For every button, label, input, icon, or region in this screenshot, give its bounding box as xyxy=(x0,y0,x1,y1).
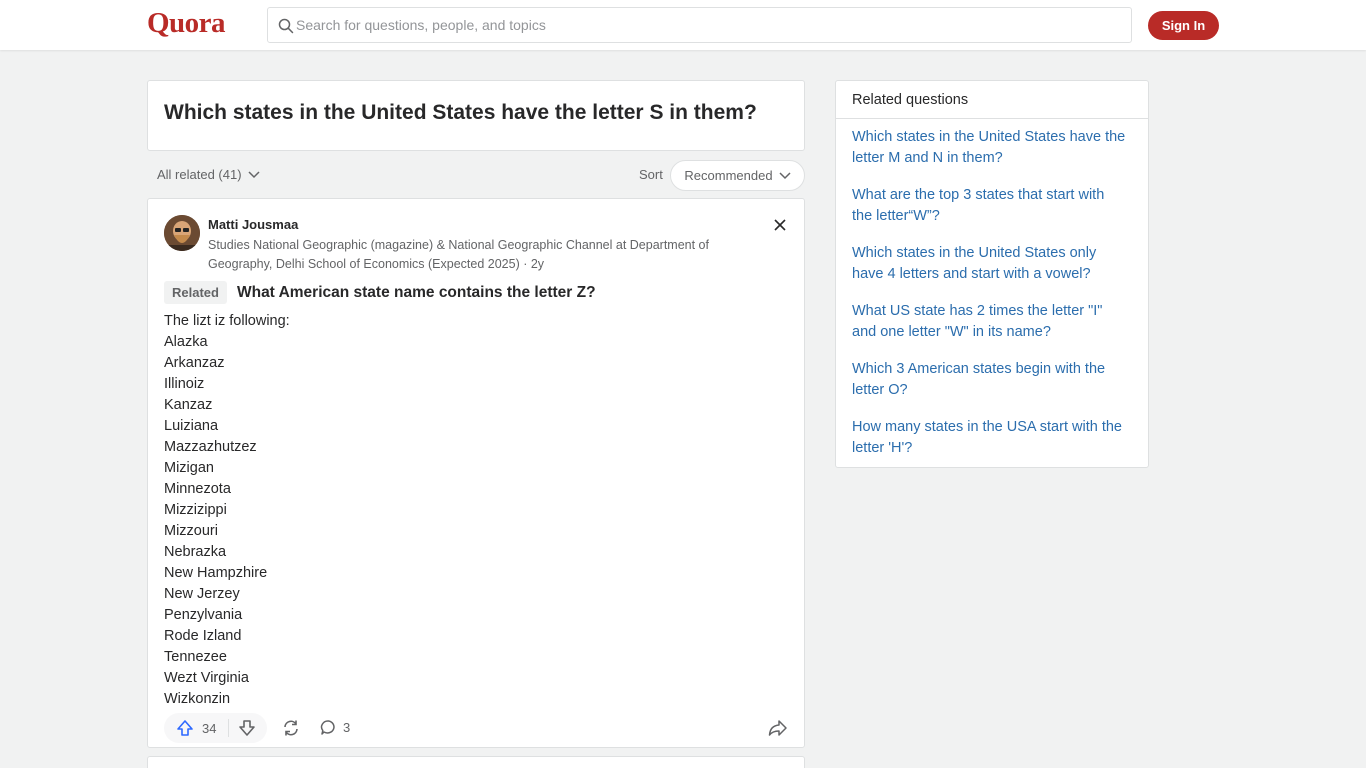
link-line: and one letter "W" in its name? xyxy=(852,324,1051,340)
related-question-link[interactable]: How many states in the USA start with th… xyxy=(852,417,1132,459)
related-question-link[interactable]: Which states in the United States have t… xyxy=(852,127,1132,169)
answer-line: Luiziana xyxy=(164,418,219,434)
reshare-icon[interactable] xyxy=(282,719,300,737)
credential-line: Studies National Geographic (magazine) &… xyxy=(208,238,709,252)
answer-card: Matti Jousmaa Studies National Geographi… xyxy=(147,198,805,748)
answer-line: Minnezota xyxy=(164,481,231,497)
link-line: letter 'H'? xyxy=(852,440,913,456)
vote-group: 34 xyxy=(164,713,267,743)
avatar-image xyxy=(164,215,200,251)
answer-line: Arkanzaz xyxy=(164,355,225,371)
link-line: How many states in the USA start with th… xyxy=(852,419,1122,435)
answer-line: New Jerzey xyxy=(164,586,240,602)
link-line: Which states in the United States only xyxy=(852,245,1097,261)
chevron-down-icon xyxy=(248,170,260,178)
answer-line: Tennezee xyxy=(164,649,227,665)
answer-line: New Hampzhire xyxy=(164,565,268,581)
sort-label: Sort xyxy=(639,167,663,182)
link-line: Which states in the United States have t… xyxy=(852,129,1126,145)
answer-line: The lizt iz following: xyxy=(164,313,290,329)
close-icon[interactable] xyxy=(772,217,788,233)
question-card: Which states in the United States have t… xyxy=(147,80,805,151)
answer-body: The lizt iz following: Alazka Arkanzaz I… xyxy=(164,311,290,710)
related-question-row: Related What American state name contain… xyxy=(164,281,596,304)
link-line: letter M and N in them? xyxy=(852,150,1003,166)
related-question-link[interactable]: What American state name contains the le… xyxy=(237,284,596,302)
answer-line: Kanzaz xyxy=(164,397,213,413)
answer-line: Mazzazhutzez xyxy=(164,439,257,455)
avatar[interactable] xyxy=(164,215,200,251)
top-header: Quora Sign In xyxy=(0,0,1366,50)
sign-in-button[interactable]: Sign In xyxy=(1148,11,1219,40)
upvote-count: 34 xyxy=(202,720,217,736)
all-related-label: All related (41) xyxy=(157,167,242,182)
question-title: Which states in the United States have t… xyxy=(164,101,757,124)
related-questions-heading: Related questions xyxy=(836,81,1148,119)
related-questions-list: Which states in the United States have t… xyxy=(836,119,1148,459)
comment-icon xyxy=(320,720,335,735)
link-line: What US state has 2 times the letter "I" xyxy=(852,303,1103,319)
quora-logo[interactable]: Quora xyxy=(147,7,226,40)
downvote-arrow-icon[interactable] xyxy=(236,718,258,738)
author-credential: Studies National Geographic (magazine) &… xyxy=(208,236,748,274)
link-line: What are the top 3 states that start wit… xyxy=(852,187,1105,203)
related-question-link[interactable]: What are the top 3 states that start wit… xyxy=(852,185,1132,227)
answer-line: Mizigan xyxy=(164,460,214,476)
chevron-down-icon xyxy=(779,171,791,179)
answer-actions: 34 3 xyxy=(164,713,790,743)
link-line: have 4 letters and start with a vowel? xyxy=(852,266,1091,282)
vote-divider xyxy=(228,719,229,737)
related-question-link[interactable]: What US state has 2 times the letter "I"… xyxy=(852,301,1132,343)
answer-line: Alazka xyxy=(164,334,208,350)
comment-count: 3 xyxy=(343,720,351,735)
link-line: letter O? xyxy=(852,382,908,398)
answer-line: Wezt Virginia xyxy=(164,670,249,686)
link-line: Which 3 American states begin with the xyxy=(852,361,1106,377)
search-bar[interactable] xyxy=(267,7,1132,43)
link-line: the letter“W”? xyxy=(852,208,940,224)
related-tag: Related xyxy=(164,281,227,304)
share-arrow-icon[interactable] xyxy=(768,719,788,737)
upvote-arrow-icon xyxy=(177,720,193,736)
sort-dropdown[interactable]: Recommended xyxy=(670,160,805,191)
related-question-link[interactable]: Which 3 American states begin with the l… xyxy=(852,359,1132,401)
answer-line: Illinoiz xyxy=(164,376,205,392)
related-question-link[interactable]: Which states in the United States only h… xyxy=(852,243,1132,285)
answer-line: Mizzouri xyxy=(164,523,218,539)
upvote-button[interactable]: 34 xyxy=(164,713,228,743)
answer-line: Nebrazka xyxy=(164,544,227,560)
sort-value: Recommended xyxy=(684,168,773,183)
all-related-dropdown[interactable]: All related (41) xyxy=(157,167,260,182)
related-questions-panel: Related questions Which states in the Un… xyxy=(835,80,1149,468)
search-input[interactable] xyxy=(296,8,1116,42)
next-answer-card xyxy=(147,756,805,768)
answer-line: Wizkonzin xyxy=(164,691,231,707)
answer-line: Mizzizippi xyxy=(164,502,227,518)
answer-line: Rode Izland xyxy=(164,628,242,644)
comments-button[interactable]: 3 xyxy=(320,719,350,736)
credential-line: Geography, Delhi School of Economics (Ex… xyxy=(208,257,545,271)
author-name[interactable]: Matti Jousmaa xyxy=(208,217,298,232)
search-icon xyxy=(278,18,294,34)
answer-line: Penzylvania xyxy=(164,607,243,623)
